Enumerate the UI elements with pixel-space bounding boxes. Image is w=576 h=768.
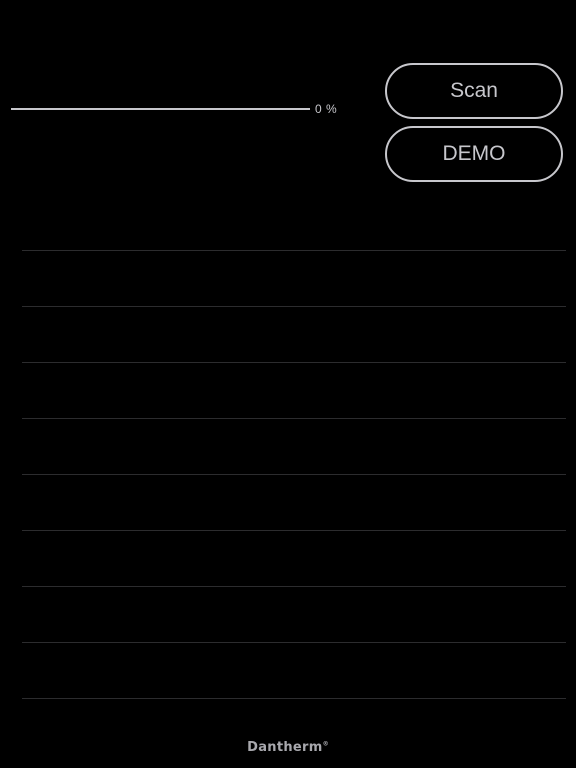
device-list-row[interactable] bbox=[22, 586, 566, 642]
scan-button[interactable]: Scan bbox=[385, 63, 563, 119]
dantherm-logo: Dantherm® bbox=[0, 740, 576, 755]
demo-button[interactable]: DEMO bbox=[385, 126, 563, 182]
logo-text: Dantherm bbox=[247, 740, 323, 755]
device-list-row[interactable] bbox=[22, 642, 566, 698]
device-list-row[interactable] bbox=[22, 418, 566, 474]
device-list bbox=[22, 250, 566, 699]
device-list-row[interactable] bbox=[22, 474, 566, 530]
scan-progress-label: 0 % bbox=[315, 102, 338, 116]
device-list-row[interactable] bbox=[22, 362, 566, 418]
device-list-row[interactable] bbox=[22, 306, 566, 362]
logo-registered-mark: ® bbox=[322, 740, 329, 748]
device-list-row[interactable] bbox=[22, 698, 566, 699]
scan-progress-bar bbox=[11, 108, 310, 110]
device-list-row[interactable] bbox=[22, 250, 566, 306]
device-list-row[interactable] bbox=[22, 530, 566, 586]
